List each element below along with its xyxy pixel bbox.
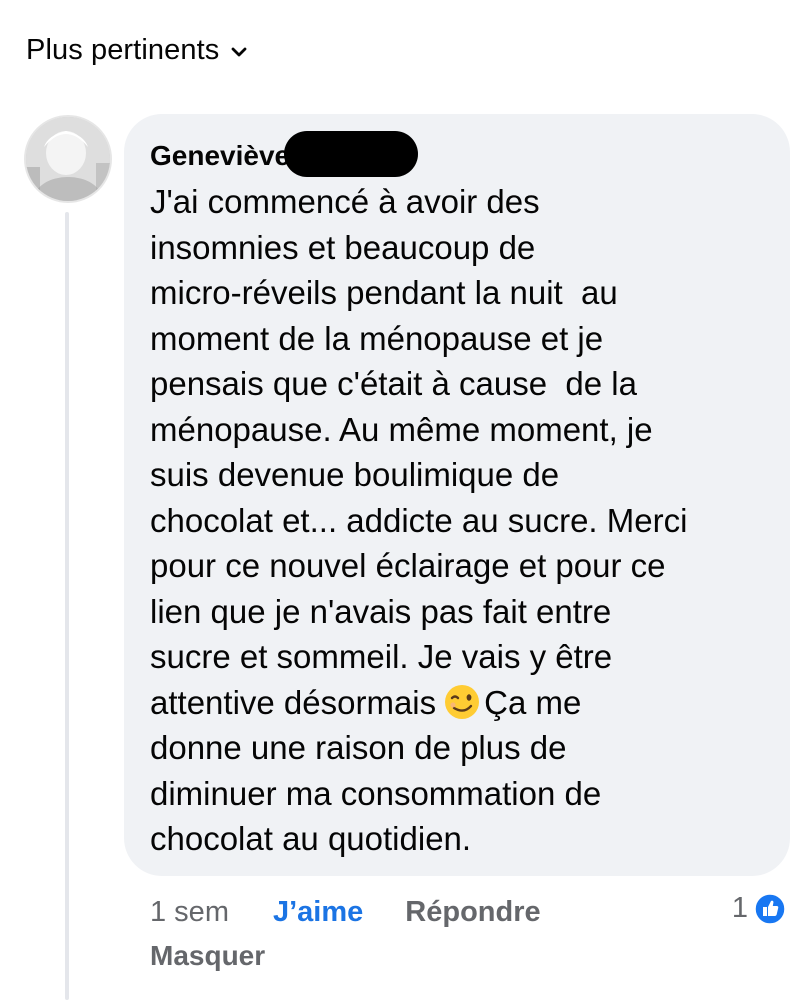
comment-fragment: Ça me bbox=[484, 683, 582, 721]
comment-line: J'ai commencé à avoir des bbox=[150, 183, 540, 220]
winking-face-emoji bbox=[444, 684, 480, 720]
sort-label: Plus pertinents bbox=[26, 34, 220, 66]
reaction-count: 1 bbox=[731, 892, 748, 924]
redaction-mark bbox=[284, 131, 419, 177]
reply-button[interactable]: Répondre bbox=[405, 896, 540, 929]
author-name[interactable]: Geneviève bbox=[150, 140, 290, 172]
comment-line-emoji: attentive désormais Ça me bbox=[150, 680, 780, 726]
chevron-down-icon bbox=[231, 45, 247, 57]
comment-fragment: attentive désormais bbox=[150, 683, 437, 721]
sort-dropdown[interactable]: Plus pertinents bbox=[26, 34, 247, 67]
comment-bubble: Geneviève J'ai commencé à avoir des insom… bbox=[124, 114, 790, 876]
like-badge-icon bbox=[754, 892, 786, 925]
comment-line: insomnies et beaucoup de bbox=[150, 228, 536, 266]
comment-actions: 1 sem J’aime Répondre 1 bbox=[150, 890, 790, 934]
comment-line: sucre et sommeil. Je vais y être bbox=[150, 638, 613, 675]
comment-line: pour ce nouvel éclairage et pour ce bbox=[150, 547, 666, 584]
comment-line: donne une raison de plus de bbox=[150, 729, 567, 766]
comments-page: Plus pertinents Geneviève J'ai commencé … bbox=[0, 0, 800, 1000]
hide-button[interactable]: Masquer bbox=[150, 940, 265, 972]
thread-line bbox=[65, 212, 69, 1000]
timestamp[interactable]: 1 sem bbox=[150, 896, 229, 929]
comment-text: J'ai commencé à avoir des insomnies et be… bbox=[150, 179, 780, 862]
comment-line: chocolat au quotidien. bbox=[150, 820, 472, 857]
comment-line: lien que je n'avais pas fait entre bbox=[150, 592, 612, 630]
comment-line: micro-réveils pendant la nuit au bbox=[150, 274, 618, 311]
reaction-summary[interactable]: 1 bbox=[732, 892, 786, 925]
like-button[interactable]: J’aime bbox=[273, 896, 363, 929]
avatar[interactable] bbox=[24, 115, 112, 203]
comment-line: suis devenue boulimique de bbox=[150, 456, 560, 493]
comment-line: diminuer ma consommation de bbox=[150, 774, 602, 812]
comment-line: ménopause. Au même moment, je bbox=[150, 410, 653, 448]
author-row: Geneviève bbox=[150, 131, 768, 177]
comment-line: moment de la ménopause et je bbox=[150, 319, 604, 357]
comment-line: chocolat et... addicte au sucre. Merci bbox=[150, 501, 688, 539]
comment-line: pensais que c'était à cause de la bbox=[150, 365, 637, 402]
